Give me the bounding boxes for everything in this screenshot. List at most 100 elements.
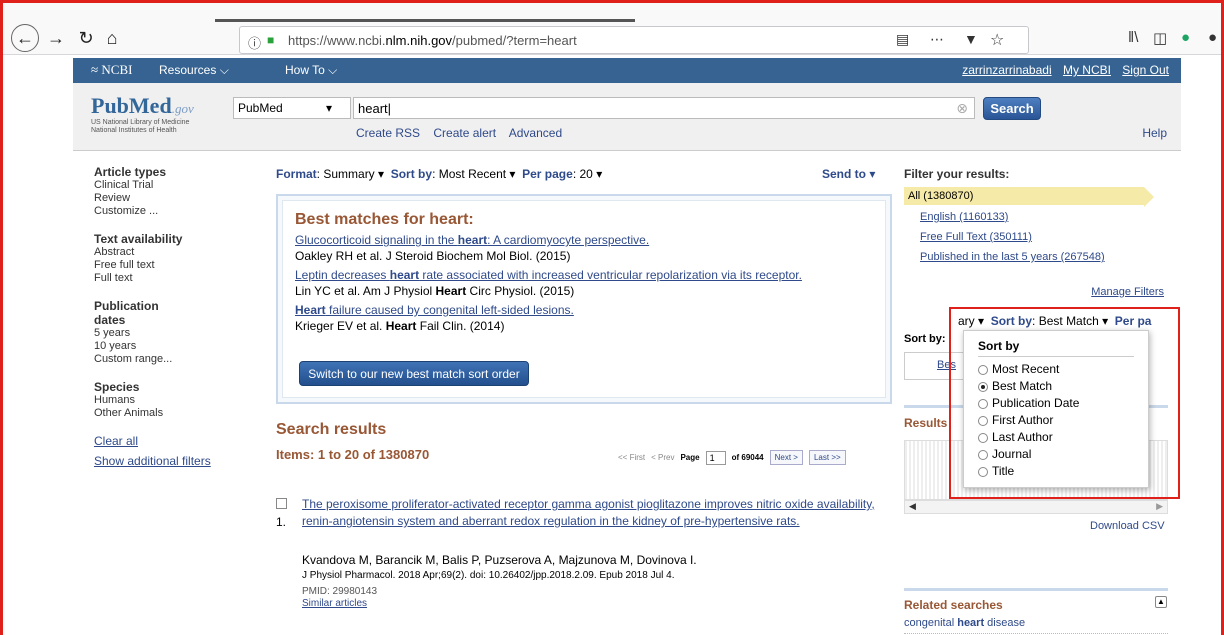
related-divider [904,633,1168,634]
filter-free-full-text[interactable]: Free full text [94,259,244,272]
forward-arrow-icon[interactable]: → [43,25,69,51]
url-text: https://www.ncbi.nlm.nih.gov/pubmed/?ter… [288,33,577,48]
filter-free-full-text-right[interactable]: Free Full Text (350111) [920,231,1168,243]
create-rss-link[interactable]: Create RSS [356,126,420,140]
sort-by-menu[interactable]: Sort by: Most Recent ▾ [391,167,516,181]
best-match-item: Heart failure caused by congenital left-… [295,303,873,334]
lock-icon: ■ [267,33,275,47]
pagination: << First < Prev Page 1 of 69044 Next > L… [618,450,846,465]
filter-full-text[interactable]: Full text [94,272,244,285]
filter-5-years[interactable]: 5 years [94,327,244,340]
howto-menu[interactable]: How To ⌵ [285,63,337,78]
grammarly-icon[interactable]: ● [1181,29,1190,46]
results-by-year-heading: Results [904,416,948,430]
format-menu[interactable]: Format: Summary ▾ [276,167,384,181]
send-to-menu[interactable]: Send to ▾ [822,167,875,181]
filter-english[interactable]: English (1160133) [920,211,1168,223]
article-types-heading: Article types [94,165,167,179]
sidebar-icon[interactable]: ◫ [1153,29,1167,47]
user-links: zarrinzarrinabadi My NCBI Sign Out [954,63,1169,77]
section-divider [904,588,1168,591]
show-additional-filters-link[interactable]: Show additional filters [94,454,244,468]
display-settings-bar: Format: Summary ▾ Sort by: Most Recent ▾… [276,167,602,181]
info-icon[interactable]: ⓘ [248,33,261,52]
scroll-right-icon[interactable]: ▶ [1156,501,1163,512]
pubmed-subtitle: US National Library of Medicine National … [91,119,190,134]
last-page-button[interactable]: Last >> [808,450,846,465]
best-match-title-link[interactable]: Heart failure caused by congenital left-… [295,303,873,318]
filter-clinical-trial[interactable]: Clinical Trial [94,179,244,192]
similar-articles-link[interactable]: Similar articles [302,598,367,609]
library-icon[interactable]: ‖\ [1128,29,1138,46]
best-match-title-link[interactable]: Glucocorticoid signaling in the heart: A… [295,233,873,248]
filter-10-years[interactable]: 10 years [94,340,244,353]
filter-review[interactable]: Review [94,192,244,205]
best-match-citation: Oakley RH et al. J Steroid Biochem Mol B… [295,249,571,263]
search-input[interactable]: heart| ⊗ [353,97,975,119]
filter-custom-range[interactable]: Custom range... [94,353,244,366]
pubmed-logo[interactable]: PubMed.gov [91,93,194,119]
reader-view-icon[interactable]: ▤ [896,31,909,48]
text-availability-heading: Text availability [94,232,183,246]
switch-sort-order-button[interactable]: Switch to our new best match sort order [299,361,529,386]
per-page-menu[interactable]: Per page: 20 ▾ [522,167,602,181]
result-journal: J Physiol Pharmacol. 2018 Apr;69(2). doi… [302,570,675,581]
publication-dates-heading: Publication dates [94,299,159,327]
filter-results-heading: Filter your results: [904,167,1010,181]
manage-filters-link[interactable]: Manage Filters [904,286,1164,298]
result-checkbox[interactable] [276,498,287,509]
next-page-button[interactable]: Next > [769,450,803,465]
page-number-input[interactable]: 1 [705,450,726,465]
filter-other-animals[interactable]: Other Animals [94,407,244,420]
filter-all[interactable]: All (1380870) [904,187,1154,207]
back-arrow-icon[interactable]: ← [11,24,39,52]
url-bar[interactable]: ⓘ ■ https://www.ncbi.nlm.nih.gov/pubmed/… [239,26,1029,54]
best-match-title-link[interactable]: Leptin decreases heart rate associated w… [295,268,873,283]
sort-by-label: Sort by: [904,333,946,345]
horizontal-scrollbar[interactable]: ◀ ▶ [904,500,1168,514]
scroll-left-icon[interactable]: ◀ [909,501,916,512]
bookmark-star-icon[interactable]: ☆ [990,30,1004,50]
ncbi-logo[interactable]: ≈ NCBI [91,62,132,78]
collapse-icon[interactable]: ▲ [1155,596,1167,608]
filter-results-panel: Filter your results: All (1380870) Engli… [904,167,1168,298]
username-link[interactable]: zarrinzarrinabadi [962,63,1051,77]
resources-menu[interactable]: Resources ⌵ [159,63,229,78]
page-label: Page [680,453,700,462]
database-select[interactable]: PubMed ▾ [233,97,351,119]
search-sub-links: Create RSS Create alert Advanced [356,126,572,140]
search-button[interactable]: Search [983,97,1041,120]
result-title-link[interactable]: The peroxisome proliferator-activated re… [302,496,902,530]
my-ncbi-link[interactable]: My NCBI [1063,63,1111,77]
best-match-item: Glucocorticoid signaling in the heart: A… [295,233,873,264]
create-alert-link[interactable]: Create alert [433,126,496,140]
clear-icon[interactable]: ⊗ [956,100,968,117]
download-csv-link[interactable]: Download CSV [1090,520,1165,532]
result-number: 1. [276,515,287,529]
best-match-citation: Krieger EV et al. Heart Fail Clin. (2014… [295,319,505,333]
best-match-citation: Lin YC et al. Am J Physiol Heart Circ Ph… [295,284,575,298]
first-page-link[interactable]: << First [618,453,645,462]
reload-icon[interactable]: ↻ [73,25,99,51]
best-matches-box: Best matches for heart: Glucocorticoid s… [276,194,892,404]
home-icon[interactable]: ⌂ [99,25,125,51]
extension-icon[interactable]: ● [1208,29,1217,46]
help-link[interactable]: Help [1142,126,1167,140]
items-count: Items: 1 to 20 of 1380870 [276,447,430,462]
advanced-link[interactable]: Advanced [509,126,562,140]
best-matches-title: Best matches for heart: [295,211,474,228]
filter-humans[interactable]: Humans [94,394,244,407]
ncbi-header: ≈ NCBI Resources ⌵ How To ⌵ zarrinzarrin… [73,58,1181,83]
more-options-icon[interactable]: ⋯ [930,31,945,48]
pubmed-search-header: PubMed.gov US National Library of Medici… [73,83,1181,151]
filter-abstract[interactable]: Abstract [94,246,244,259]
clear-all-link[interactable]: Clear all [94,434,244,448]
best-match-item: Leptin decreases heart rate associated w… [295,268,873,299]
filter-last-5-years[interactable]: Published in the last 5 years (267548) [920,251,1168,263]
related-search-link[interactable]: congenital heart disease [904,617,1025,629]
sign-out-link[interactable]: Sign Out [1122,63,1169,77]
filter-customize[interactable]: Customize ... [94,205,244,218]
pocket-icon[interactable]: ▼ [964,31,978,47]
prev-page-link[interactable]: < Prev [651,453,674,462]
result-authors: Kvandova M, Barancik M, Balis P, Puzsero… [302,553,697,567]
